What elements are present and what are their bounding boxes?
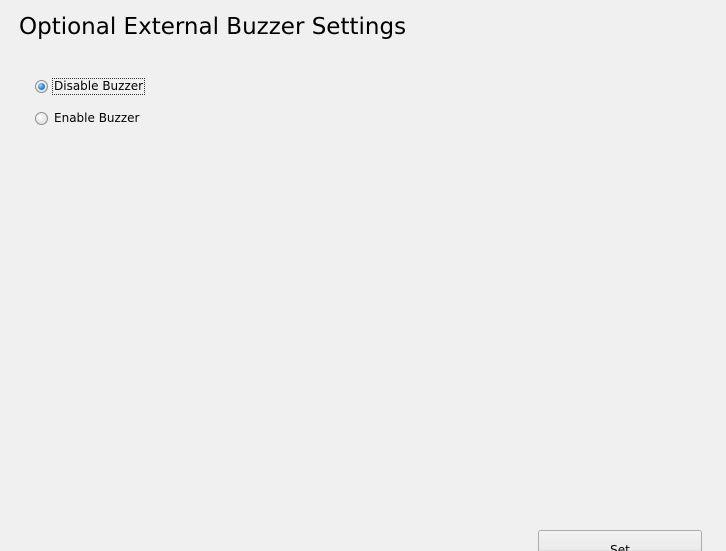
- set-button[interactable]: Set: [538, 530, 702, 551]
- buzzer-settings-panel: Optional External Buzzer Settings Disabl…: [0, 0, 726, 551]
- button-area: Set: [0, 0, 726, 551]
